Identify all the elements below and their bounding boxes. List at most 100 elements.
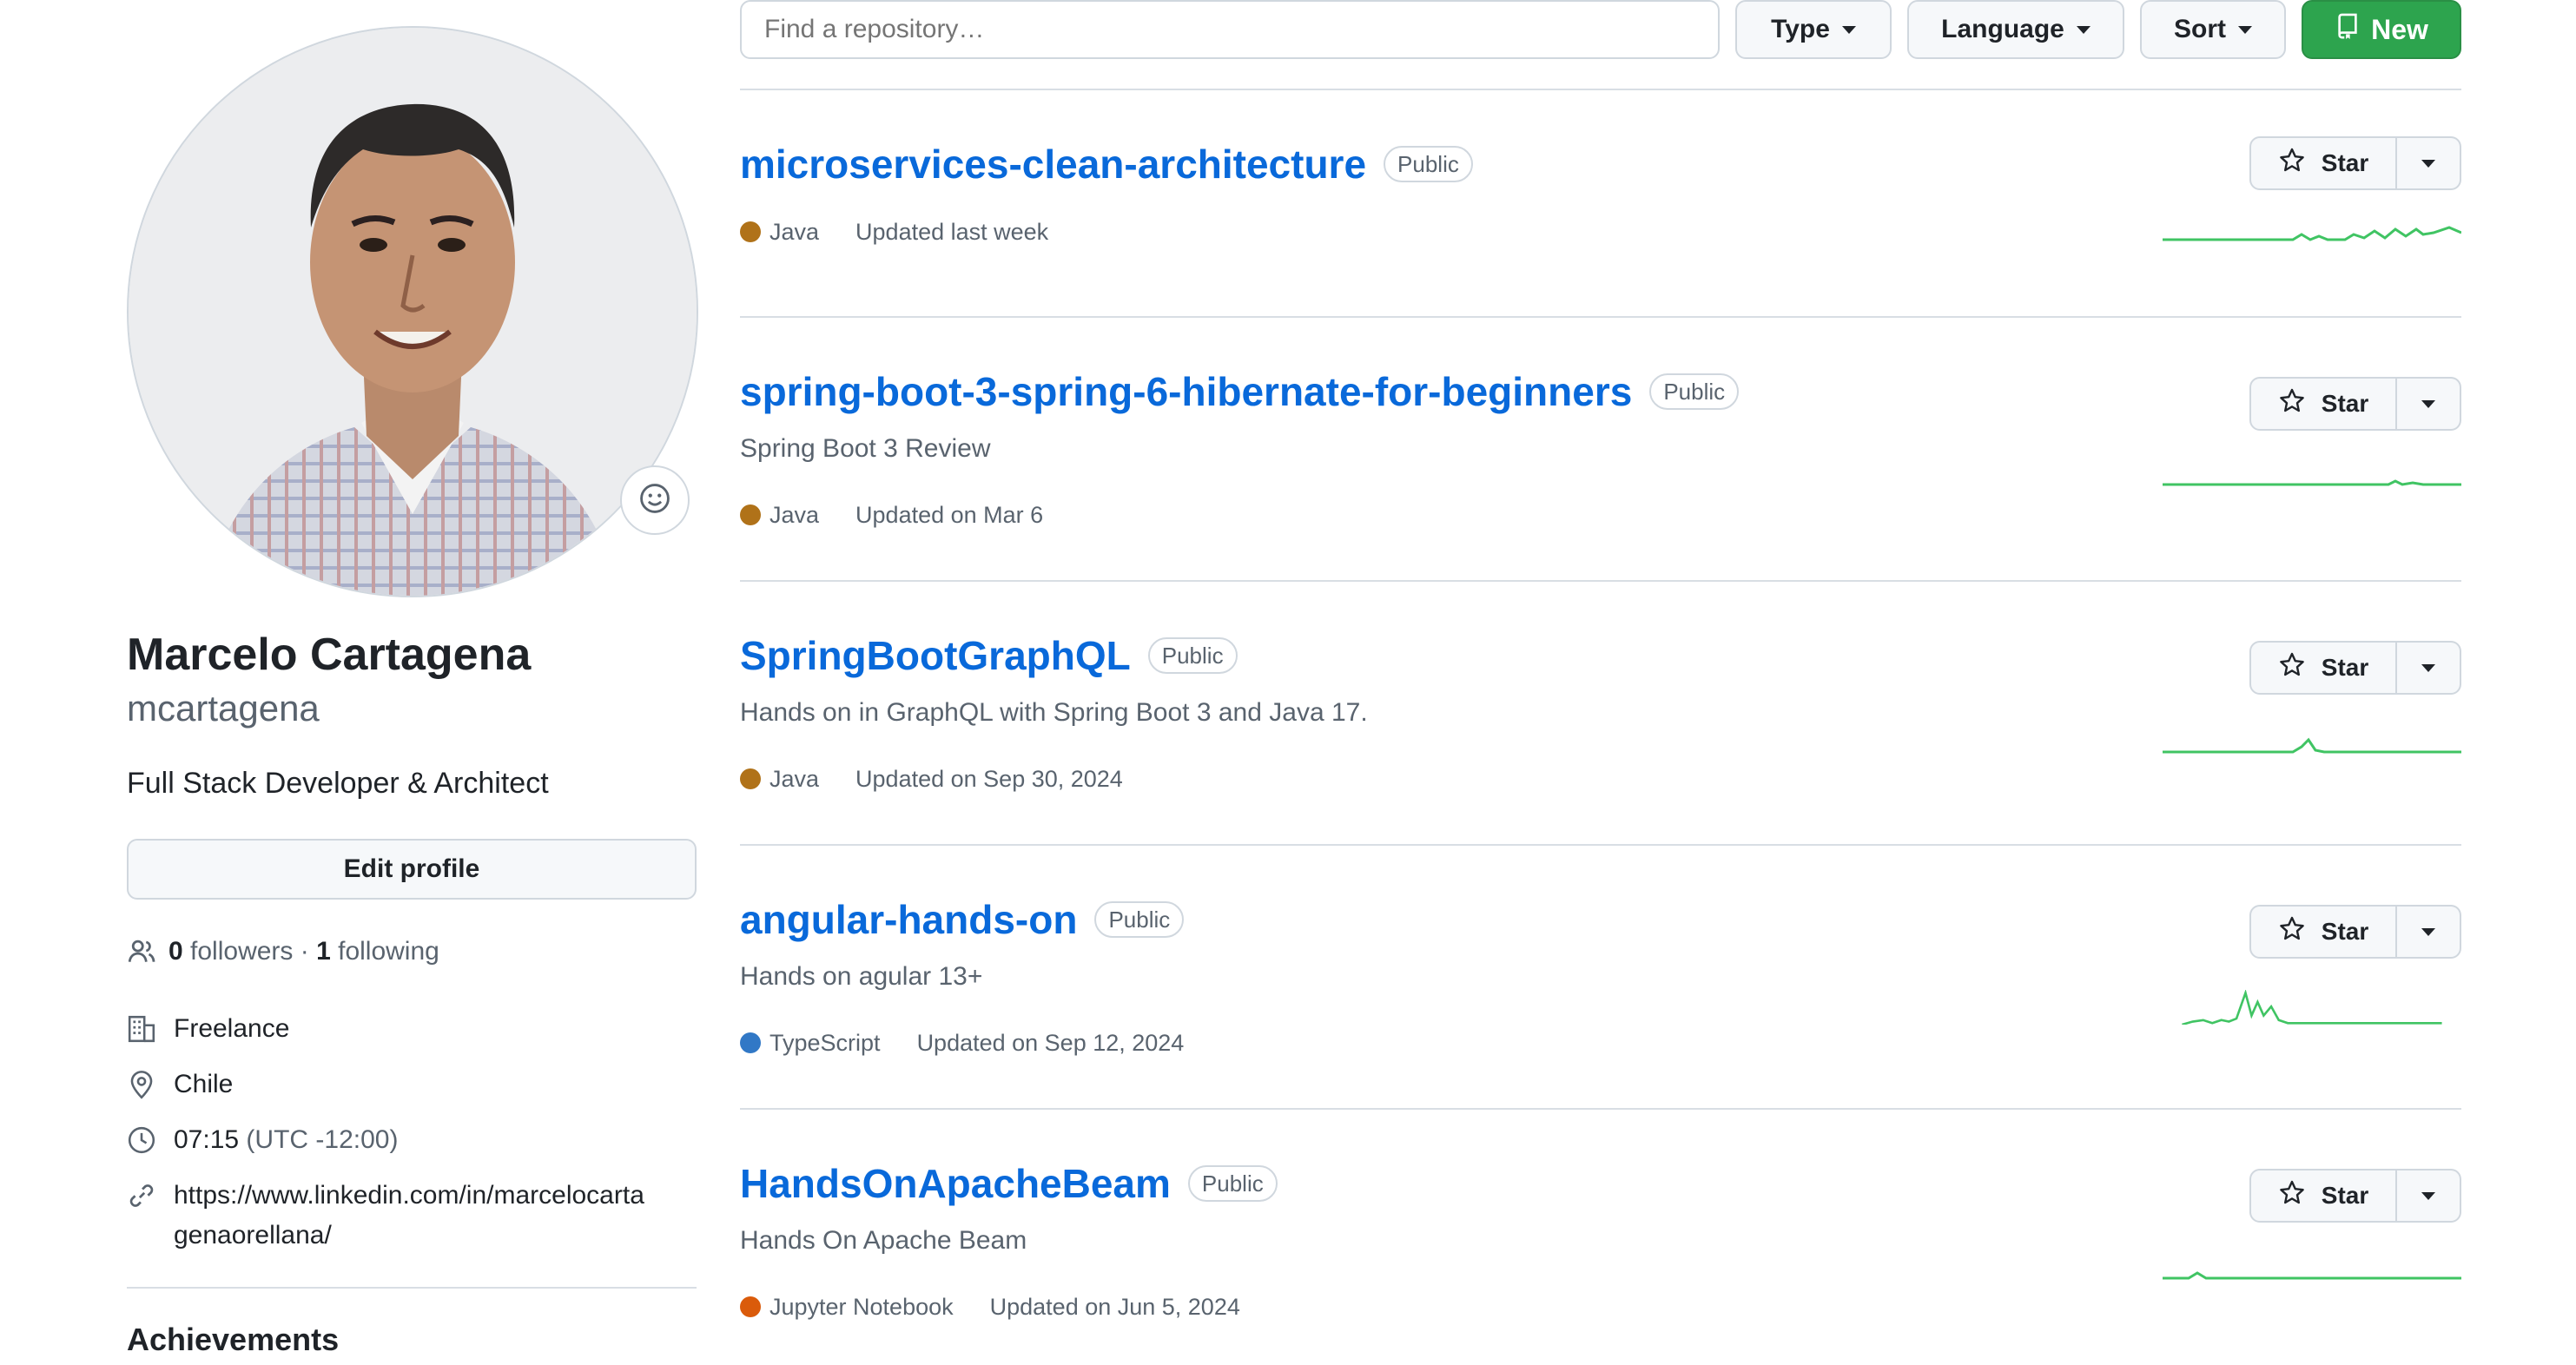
star-list-dropdown[interactable] (2397, 641, 2461, 695)
timezone-text: (UTC -12:00) (246, 1125, 399, 1154)
star-button[interactable]: Star (2249, 641, 2397, 695)
star-list-dropdown[interactable] (2397, 905, 2461, 959)
repo-meta: Jupyter Notebook Updated on Jun 5, 2024 (740, 1290, 1240, 1323)
language-color-dot (740, 221, 761, 242)
repo-language: TypeScript (769, 1030, 881, 1056)
star-button[interactable]: Star (2249, 136, 2397, 190)
follow-stats: 0 followers · 1 following (127, 934, 439, 969)
caret-down-icon (2421, 663, 2435, 672)
star-button-group: Star (2249, 136, 2461, 190)
caret-down-icon (2076, 25, 2091, 34)
sort-button[interactable]: Sort (2140, 0, 2286, 59)
star-button[interactable]: Star (2249, 1169, 2397, 1223)
repo-divider (740, 1108, 2461, 1110)
profile-full-name: Marcelo Cartagena (127, 630, 532, 680)
repo-language: Java (769, 502, 820, 528)
star-icon (2278, 651, 2306, 685)
repo-description: Hands on agular 13+ (740, 962, 983, 991)
repo-language: Jupyter Notebook (769, 1294, 954, 1320)
caret-down-icon (2421, 399, 2435, 408)
repo-language: Java (769, 766, 820, 792)
sidebar-divider (127, 1287, 697, 1289)
achievements-heading[interactable]: Achievements (127, 1318, 339, 1362)
clock-icon (127, 1120, 160, 1160)
language-color-dot (740, 1032, 761, 1053)
caret-down-icon (2238, 25, 2252, 34)
toolbar-divider (740, 89, 2461, 90)
star-list-dropdown[interactable] (2397, 1169, 2461, 1223)
repo-activity-sparkline (2163, 226, 2461, 241)
people-icon (127, 937, 156, 966)
sort-label: Sort (2174, 15, 2226, 43)
link-icon (127, 1176, 160, 1216)
language-color-dot (740, 504, 761, 525)
local-time-text: 07:15 (174, 1125, 240, 1154)
star-label: Star (2321, 149, 2369, 176)
star-label: Star (2321, 654, 2369, 681)
star-list-dropdown[interactable] (2397, 136, 2461, 190)
location-icon (127, 1065, 160, 1105)
location-text: Chile (174, 1070, 234, 1098)
organization-icon (127, 1009, 160, 1049)
star-label: Star (2321, 1182, 2369, 1209)
repo-name-link[interactable]: angular-hands-on (740, 894, 1077, 945)
visibility-badge: Public (1147, 637, 1238, 674)
repo-activity-sparkline (2163, 1271, 2461, 1280)
star-button[interactable]: Star (2249, 905, 2397, 959)
avatar[interactable] (127, 26, 698, 597)
repo-meta: TypeScript Updated on Sep 12, 2024 (740, 1026, 1184, 1059)
edit-profile-button[interactable]: Edit profile (127, 839, 697, 900)
new-repository-button[interactable]: New (2302, 0, 2461, 59)
caret-down-icon (2421, 927, 2435, 936)
star-icon (2278, 1179, 2306, 1213)
repo-meta: Java Updated last week (740, 215, 1048, 248)
repo-updated: Updated last week (855, 219, 1049, 245)
repo-activity-sparkline (2182, 990, 2442, 1025)
star-icon (2278, 387, 2306, 421)
smiley-icon (638, 482, 671, 519)
find-repository-input[interactable] (740, 0, 1720, 59)
repo-language: Java (769, 219, 820, 245)
profile-local-time: 07:15 (UTC -12:00) (127, 1120, 398, 1160)
repo-updated: Updated on Sep 12, 2024 (916, 1030, 1185, 1056)
star-label: Star (2321, 918, 2369, 945)
repo-icon (2335, 13, 2361, 46)
caret-down-icon (2421, 1191, 2435, 1200)
repo-name-link[interactable]: spring-boot-3-spring-6-hibernate-for-beg… (740, 366, 1632, 417)
repo-updated: Updated on Mar 6 (855, 502, 1044, 528)
following-link[interactable]: 1 following (316, 934, 439, 969)
profile-bio: Full Stack Developer & Architect (127, 767, 549, 800)
language-color-dot (740, 1296, 761, 1317)
avatar-container (127, 26, 698, 597)
repo-updated: Updated on Jun 5, 2024 (989, 1294, 1240, 1320)
profile-website: https://www.linkedin.com/in/marcelocarta… (127, 1176, 644, 1256)
profile-company: Freelance (127, 1009, 289, 1049)
repo-updated: Updated on Sep 30, 2024 (855, 766, 1123, 792)
caret-down-icon (1841, 25, 1856, 34)
profile-username: mcartagena (127, 688, 320, 729)
visibility-badge: Public (1094, 901, 1185, 938)
set-status-button[interactable] (620, 465, 690, 535)
language-filter-label: Language (1941, 15, 2064, 43)
star-icon (2278, 147, 2306, 181)
website-link[interactable]: https://www.linkedin.com/in/marcelocarta… (174, 1176, 644, 1256)
company-text: Freelance (174, 1014, 290, 1043)
star-label: Star (2321, 390, 2369, 417)
type-filter-button[interactable]: Type (1735, 0, 1892, 59)
repo-activity-sparkline (2163, 737, 2461, 754)
star-button[interactable]: Star (2249, 377, 2397, 431)
star-button-group: Star (2249, 377, 2461, 431)
repo-name-link[interactable]: SpringBootGraphQL (740, 630, 1131, 681)
repo-meta: Java Updated on Sep 30, 2024 (740, 762, 1123, 795)
language-filter-button[interactable]: Language (1907, 0, 2124, 59)
repo-name-link[interactable]: microservices-clean-architecture (740, 139, 1366, 189)
followers-link[interactable]: 0 followers (168, 934, 293, 969)
repo-description: Spring Boot 3 Review (740, 434, 991, 463)
visibility-badge: Public (1384, 146, 1473, 182)
language-color-dot (740, 768, 761, 789)
star-icon (2278, 915, 2306, 949)
repo-name-link[interactable]: HandsOnApacheBeam (740, 1158, 1171, 1209)
profile-location: Chile (127, 1065, 233, 1105)
star-list-dropdown[interactable] (2397, 377, 2461, 431)
repo-meta: Java Updated on Mar 6 (740, 498, 1043, 531)
